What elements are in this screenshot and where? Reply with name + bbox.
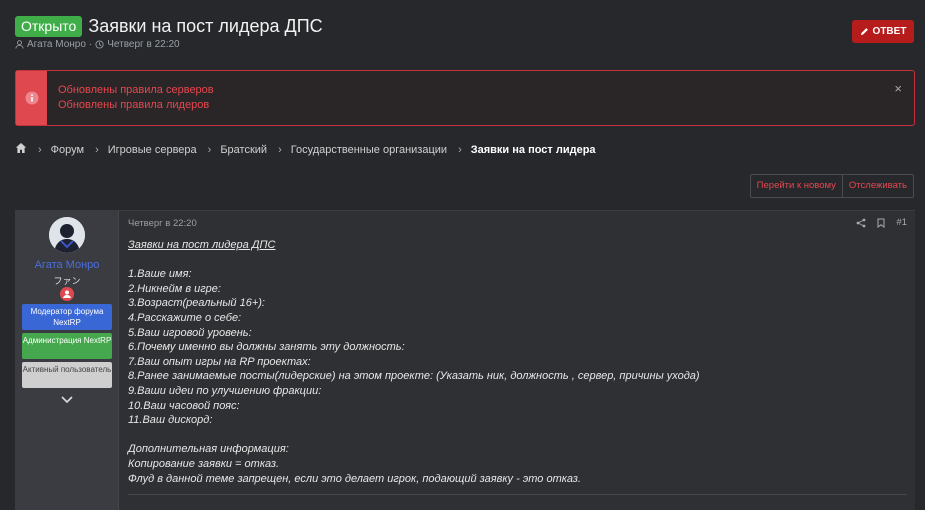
breadcrumb-item-current[interactable]: Заявки на пост лидера [471,144,596,156]
info-icon [25,91,38,105]
chevron-right-icon: › [207,143,212,156]
post-user-panel: Агата Монро ファン Модератор форума NextRP … [15,211,119,510]
go-to-new-button[interactable]: Перейти к новому [751,175,842,197]
breadcrumb: › Форум › Игровые сервера › Братский › Г… [15,142,596,157]
reply-button[interactable]: ОТВЕТ [852,20,914,43]
question-line: 7.Ваш опыт игры на RP проектах: [128,355,311,368]
post-username[interactable]: Агата Монро [15,259,119,271]
breadcrumb-item-game-servers[interactable]: Игровые сервера [108,144,197,156]
close-icon[interactable]: × [894,81,902,96]
user-emblem-icon [60,287,74,301]
breadcrumb-item-gov-orgs[interactable]: Государственные организации [291,144,447,156]
clock-icon [95,40,104,49]
thread-actions: Перейти к новому Отслеживать [749,174,914,198]
notice-link-servers[interactable]: Обновлены правила серверов [58,83,214,98]
bookmark-icon[interactable] [876,218,886,228]
question-line: 5.Ваш игровой уровень: [128,326,252,339]
thread-meta: Агата Монро · Четверг в 22:20 [15,39,180,50]
share-icon[interactable] [856,218,866,228]
banner-active-user: Активный пользователь [22,362,112,388]
chevron-right-icon: › [458,143,462,156]
extra-info-line: Флуд в данной теме запрещен, если это де… [128,472,581,485]
home-icon[interactable] [15,142,27,157]
post-date[interactable]: Четверг в 22:20 [128,218,197,229]
banner-administration: Администрация NextRP [22,333,112,359]
chevron-down-icon[interactable] [60,395,74,405]
meta-separator: · [88,39,93,50]
thread-author-link[interactable]: Агата Монро [27,39,86,50]
question-line: 9.Ваши идеи по улучшению фракции: [128,384,322,397]
question-line: 11.Ваш дискорд: [128,414,213,427]
banner-moderator: Модератор форума NextRP [22,304,112,330]
thread-date[interactable]: Четверг в 22:20 [107,39,179,50]
chevron-right-icon: › [38,143,42,156]
pencil-icon [860,28,868,36]
extra-info-line: Дополнительная информация: [128,443,289,456]
breadcrumb-item-bratsky[interactable]: Братский [220,144,267,156]
question-line: 2.Никнейм в игре: [128,282,221,295]
notice-lines: Обновлены правила серверов Обновлены пра… [58,83,214,113]
page-title: Заявки на пост лидера ДПС [88,15,323,36]
watch-button[interactable]: Отслеживать [841,175,913,197]
post-toolbar: #1 [856,217,907,228]
thread-header: Открыто Заявки на пост лидера ДПС [15,14,323,38]
question-line: 10.Ваш часовой пояс: [128,399,240,412]
reply-button-label: ОТВЕТ [872,26,907,37]
post-number-link[interactable]: #1 [896,217,907,228]
question-line: 3.Возраст(реальный 16+): [128,297,265,310]
post-body-title: Заявки на пост лидера ДПС [128,239,276,251]
breadcrumb-item-forum[interactable]: Форум [51,144,84,156]
post-divider [128,494,907,495]
extra-info-line: Копирование заявки = отказ. [128,457,280,470]
notice-icon-box [16,71,47,125]
question-line: 4.Расскажите о себе: [128,311,242,324]
post-body: Заявки на пост лидера ДПС 1.Ваше имя: 2.… [128,238,700,486]
user-title: ファン [53,276,81,286]
chevron-right-icon: › [278,143,282,156]
status-badge: Открыто [15,15,83,37]
question-line: 6.Почему именно вы должны занять эту дол… [128,341,405,354]
question-line: 8.Ранее занимаемые посты(лидерские) на э… [128,370,700,383]
question-line: 1.Ваше имя: [128,268,192,281]
user-icon [15,40,24,49]
notice-link-leaders[interactable]: Обновлены правила лидеров [58,98,214,113]
avatar[interactable] [49,217,85,253]
post: Агата Монро ファン Модератор форума NextRP … [15,210,915,510]
notice-banner: Обновлены правила серверов Обновлены пра… [15,70,915,126]
chevron-right-icon: › [95,143,99,156]
